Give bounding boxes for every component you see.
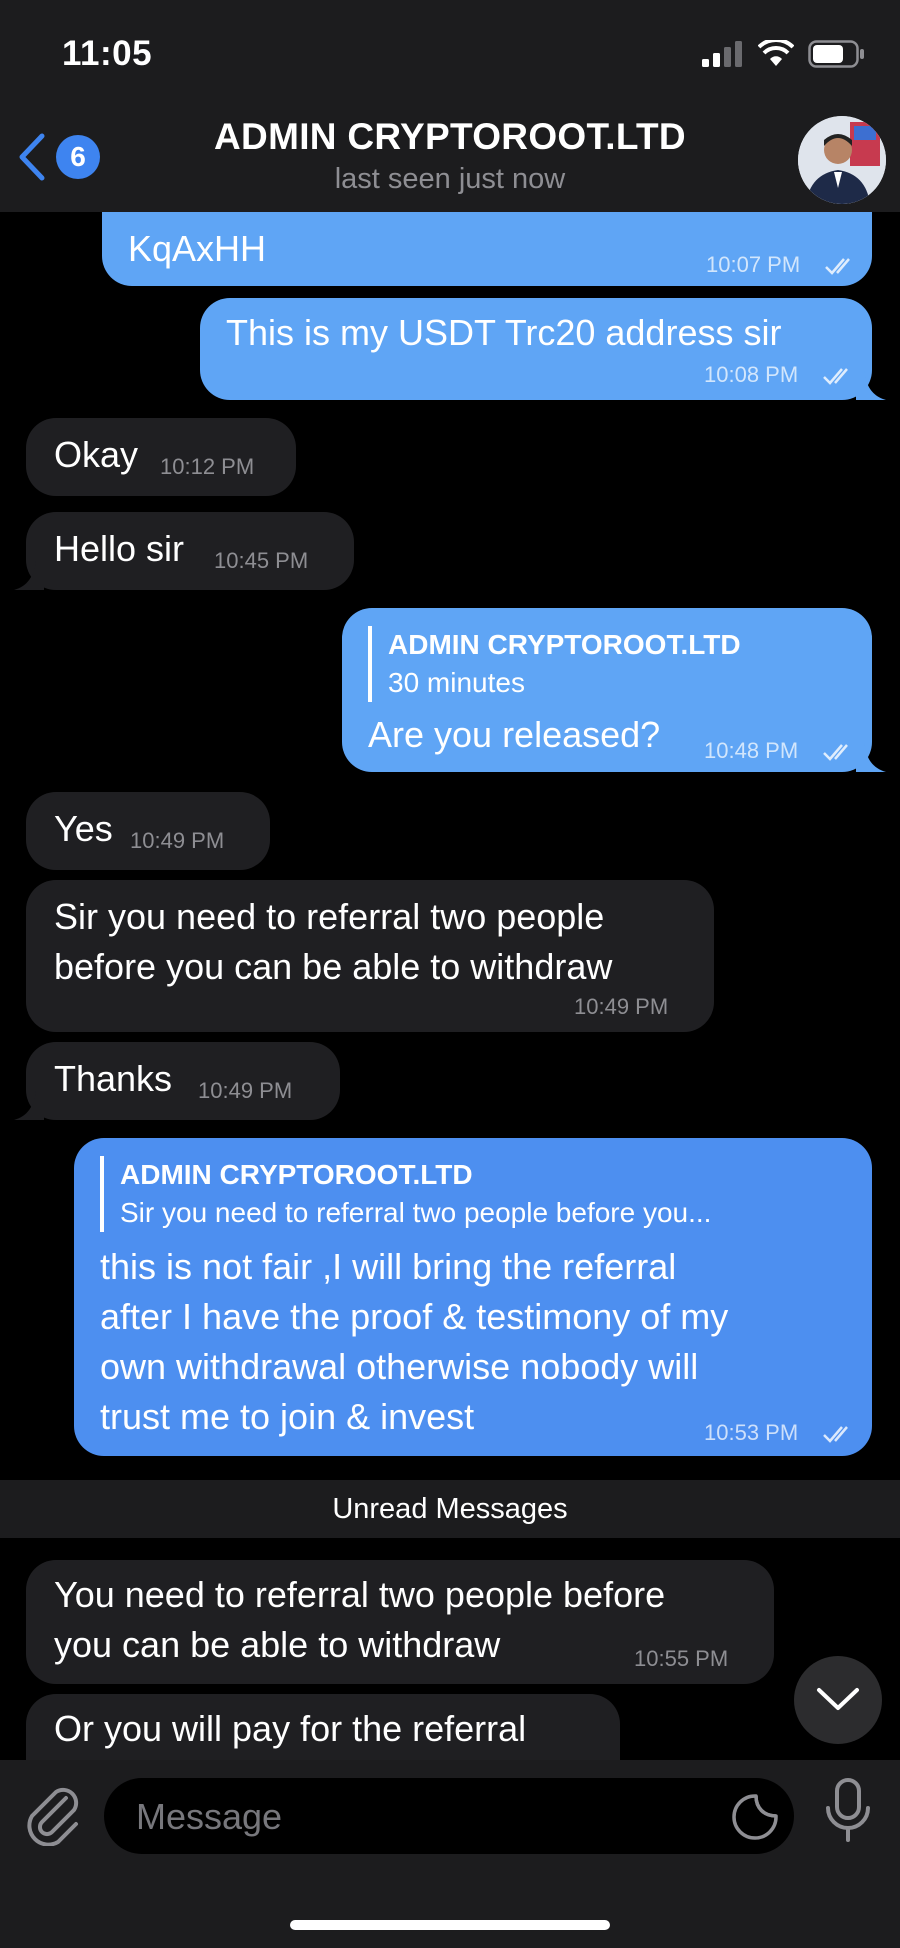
double-check-icon <box>825 258 850 275</box>
message-text: Sir you need to referral two people <box>54 896 605 937</box>
message-bubble-incoming[interactable]: Hello sir 10:45 PM <box>26 512 354 590</box>
message-time: 10:49 PM <box>130 828 225 853</box>
message-bubble-incoming[interactable]: You need to referral two people before y… <box>26 1560 774 1684</box>
reply-quote[interactable]: ADMIN CRYPTOROOT.LTD Sir you need to ref… <box>100 1156 711 1232</box>
message-time: 10:55 PM <box>634 1646 729 1671</box>
message-text: KqAxHH <box>128 228 267 269</box>
message-input[interactable] <box>134 1778 718 1856</box>
message-text: You need to referral two people before <box>54 1574 666 1615</box>
avatar[interactable] <box>798 116 886 204</box>
chat-title[interactable]: ADMIN CRYPTOROOT.LTD <box>0 116 900 158</box>
double-check-icon <box>823 368 848 385</box>
message-text: This is my USDT Trc20 address sir <box>226 312 782 353</box>
message-time: 10:07 PM <box>706 252 801 277</box>
chat-area[interactable]: KqAxHH 10:07 PM This is my USDT Trc20 ad… <box>0 0 900 1794</box>
message-time: 10:49 PM <box>574 994 669 1019</box>
message-time: 10:53 PM <box>704 1420 799 1445</box>
chat-header: 11:05 6 ADMIN CRYPTOROOT.LTD last seen j… <box>0 0 900 212</box>
message-bubble-outgoing[interactable]: ADMIN CRYPTOROOT.LTD Sir you need to ref… <box>74 1138 872 1456</box>
battery-icon <box>808 40 864 68</box>
last-seen-status: last seen just now <box>334 163 566 195</box>
bubble-tail <box>14 560 44 590</box>
message-bubble-incoming[interactable]: Thanks 10:49 PM <box>26 1042 340 1120</box>
message-text: Are you released? <box>368 714 661 755</box>
message-time: 10:48 PM <box>704 738 799 763</box>
profile-photo <box>798 116 886 204</box>
message-text: Okay <box>54 434 139 475</box>
message-bubble-incoming[interactable]: Yes 10:49 PM <box>26 792 270 870</box>
chevron-down-icon <box>817 1688 859 1710</box>
message-text: after I have the proof & testimony of my <box>100 1296 729 1337</box>
reply-text: Sir you need to referral two people befo… <box>120 1197 712 1228</box>
message-text: this is not fair ,I will bring the refer… <box>100 1246 677 1287</box>
message-time: 10:45 PM <box>214 548 309 573</box>
message-bubble-incoming[interactable]: Okay 10:12 PM <box>26 418 296 496</box>
sticker-icon <box>732 1794 778 1840</box>
microphone-icon <box>826 1778 870 1842</box>
reply-author: ADMIN CRYPTOROOT.LTD <box>120 1159 473 1190</box>
unread-messages-divider: Unread Messages <box>0 1480 900 1538</box>
message-text: before you can be able to withdraw <box>54 946 613 987</box>
scroll-to-bottom-button[interactable] <box>794 1656 882 1744</box>
reply-text: 30 minutes <box>388 667 525 698</box>
attach-button[interactable] <box>22 1782 82 1851</box>
signal-icon <box>702 41 742 67</box>
message-time: 10:49 PM <box>198 1078 293 1103</box>
bubble-tail <box>856 742 886 772</box>
reply-author: ADMIN CRYPTOROOT.LTD <box>388 629 741 660</box>
paperclip-icon <box>27 1787 79 1847</box>
sticker-button[interactable] <box>730 1792 780 1847</box>
message-input-bar <box>0 1760 900 1948</box>
message-text: you can be able to withdraw <box>54 1624 501 1665</box>
bubble-tail <box>14 1090 44 1120</box>
bubble-tail <box>856 370 886 400</box>
message-bubble-incoming[interactable]: Sir you need to referral two people befo… <box>26 880 714 1032</box>
message-bubble-outgoing[interactable]: This is my USDT Trc20 address sir 10:08 … <box>200 298 872 400</box>
double-check-icon <box>823 1426 848 1443</box>
message-time: 10:08 PM <box>704 362 799 387</box>
message-time: 10:12 PM <box>160 454 255 479</box>
message-text: Hello sir <box>54 528 185 569</box>
voice-message-button[interactable] <box>820 1776 876 1853</box>
status-time: 11:05 <box>62 34 153 73</box>
wifi-icon <box>758 40 794 66</box>
status-icons <box>702 40 866 68</box>
message-text: Thanks <box>54 1058 173 1099</box>
message-text: Yes <box>54 808 113 849</box>
message-text: own withdrawal otherwise nobody will <box>100 1346 699 1387</box>
double-check-icon <box>823 744 848 761</box>
home-indicator[interactable] <box>290 1920 610 1930</box>
reply-quote[interactable]: ADMIN CRYPTOROOT.LTD 30 minutes <box>368 626 741 702</box>
message-text: trust me to join & invest <box>100 1396 475 1437</box>
message-bubble-outgoing[interactable]: ADMIN CRYPTOROOT.LTD 30 minutes Are you … <box>342 608 872 772</box>
message-text: Or you will pay for the referral <box>54 1708 527 1749</box>
message-field[interactable] <box>104 1778 794 1856</box>
